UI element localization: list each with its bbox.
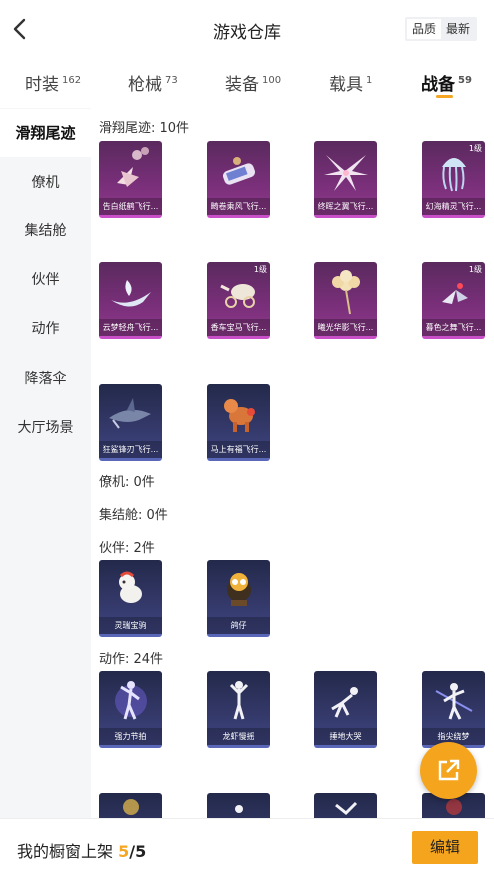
item-name: 龙虾慢摇 — [207, 728, 270, 745]
emote-preview-icon — [335, 801, 358, 816]
item-card[interactable]: 终晖之翼飞行... — [314, 141, 377, 218]
kneeling-pose-icon — [331, 687, 358, 718]
section-label-trail: 滑翔尾迹: 10件 — [99, 121, 190, 136]
item-name: 强力节拍 — [99, 728, 162, 745]
item-card[interactable]: 强力节拍 — [99, 671, 162, 748]
tab-vehicles[interactable]: 载具 1 — [329, 70, 372, 95]
showcase-status: 我的橱窗上架 5/5 — [17, 838, 146, 862]
tab-count: 100 — [262, 75, 282, 86]
item-list[interactable]: 滑翔尾迹: 10件 告白纸鹤飞行... 畸卷乘风飞行... 终晖之翼飞行... … — [91, 108, 494, 818]
tab-label: 载具 — [329, 75, 363, 95]
tab-fashion[interactable]: 时装 162 — [25, 70, 81, 95]
showcase-bar: 我的橱窗上架 5/5 编辑 — [0, 818, 494, 875]
item-card[interactable] — [207, 793, 270, 818]
item-card[interactable]: 1级 香车宝马飞行... — [207, 262, 270, 339]
item-name: 云梦轻舟飞行... — [99, 319, 162, 336]
item-card[interactable]: 云梦轻舟飞行... — [99, 262, 162, 339]
sidebar: 滑翔尾迹 僚机 集结舱 伙伴 动作 降落伞 大厅场景 — [0, 108, 91, 818]
boat-icon — [111, 280, 151, 307]
flower-icon — [332, 270, 360, 315]
item-card[interactable] — [314, 793, 377, 818]
paper-crane-icon — [117, 147, 149, 187]
section-label-wingman: 僚机: 0件 — [99, 475, 155, 490]
sort-quality-button[interactable]: 品质 — [407, 19, 441, 39]
section-label-capsule: 集结舱: 0件 — [99, 508, 168, 523]
emote-preview-icon — [235, 805, 243, 813]
tab-equipment[interactable]: 装备 100 — [225, 70, 281, 95]
item-card[interactable]: 马上有福飞行... — [207, 384, 270, 461]
showcase-total: /5 — [129, 842, 147, 861]
item-card[interactable]: 1级 幻海精灵飞行... — [422, 141, 485, 218]
item-level: 1级 — [468, 265, 482, 274]
tab-label: 装备 — [225, 75, 259, 95]
item-card[interactable]: 1级 暮色之舞飞行... — [422, 262, 485, 339]
tab-label: 时装 — [25, 75, 59, 95]
horse-icon — [224, 399, 255, 432]
item-name: 香车宝马飞行... — [207, 319, 270, 336]
dance-pose-icon — [229, 681, 249, 720]
emote-preview-icon — [123, 799, 139, 815]
item-name: 曦光华影飞行... — [314, 319, 377, 336]
section-label-partner: 伙伴: 2件 — [99, 541, 155, 556]
item-card[interactable]: 捶地大哭 — [314, 671, 377, 748]
item-card[interactable]: 灵瑞宝驹 — [99, 560, 162, 637]
tab-guns[interactable]: 枪械 73 — [128, 70, 178, 95]
pony-icon — [119, 571, 142, 603]
wings-icon — [324, 155, 368, 191]
active-tab-indicator — [436, 95, 453, 98]
sidebar-item-parachute[interactable]: 降落伞 — [0, 355, 91, 403]
showcase-count: 5 — [118, 842, 130, 861]
item-name: 告白纸鹤飞行... — [99, 198, 162, 215]
section-label-emote: 动作: 24件 — [99, 652, 164, 667]
item-name: 马上有福飞行... — [207, 441, 270, 458]
item-name: 捶地大哭 — [314, 728, 377, 745]
showcase-label: 我的橱窗上架 — [17, 842, 114, 861]
item-card[interactable]: 狂鲨锋刃飞行... — [99, 384, 162, 461]
sidebar-item-lobby-scene[interactable]: 大厅场景 — [0, 404, 91, 452]
header: 游戏仓库 品质 最新 — [0, 0, 494, 58]
item-name: 鸽仔 — [207, 617, 270, 634]
tab-label: 枪械 — [128, 75, 162, 95]
category-tabs: 时装 162 枪械 73 装备 100 载具 1 战备 59 — [0, 62, 494, 106]
external-link-icon — [438, 759, 460, 781]
share-button[interactable] — [420, 742, 477, 799]
item-card[interactable]: 告白纸鹤飞行... — [99, 141, 162, 218]
item-name: 狂鲨锋刃飞行... — [99, 441, 162, 458]
tab-count: 59 — [458, 75, 472, 86]
item-card[interactable] — [99, 793, 162, 818]
sidebar-item-partner[interactable]: 伙伴 — [0, 256, 91, 304]
item-name: 终晖之翼飞行... — [314, 198, 377, 215]
tab-label: 战备 — [421, 75, 455, 95]
tab-count: 162 — [62, 75, 82, 86]
sidebar-item-trail[interactable]: 滑翔尾迹 — [0, 109, 91, 157]
sidebar-item-emote[interactable]: 动作 — [0, 305, 91, 353]
scroll-icon — [222, 157, 256, 185]
pigeon-icon — [227, 573, 251, 606]
tab-count: 1 — [366, 75, 373, 86]
dance-pose-icon — [115, 681, 147, 720]
item-name: 畸卷乘风飞行... — [207, 198, 270, 215]
item-name: 幻海精灵飞行... — [422, 198, 485, 215]
tab-battle-prep[interactable]: 战备 59 — [421, 70, 472, 95]
sidebar-item-capsule[interactable]: 集结舱 — [0, 207, 91, 255]
item-card[interactable]: 曦光华影飞行... — [314, 262, 377, 339]
sort-toggle[interactable]: 品质 最新 — [405, 17, 477, 41]
item-card[interactable]: 龙虾慢摇 — [207, 671, 270, 748]
item-name: 灵瑞宝驹 — [99, 617, 162, 634]
tab-count: 73 — [165, 75, 178, 86]
item-level: 1级 — [468, 144, 482, 153]
item-card[interactable]: 鸽仔 — [207, 560, 270, 637]
spin-pose-icon — [435, 683, 473, 720]
edit-button[interactable]: 编辑 — [412, 831, 478, 864]
sidebar-item-wingman[interactable]: 僚机 — [0, 159, 91, 207]
shark-icon — [109, 398, 151, 429]
item-name: 暮色之舞飞行... — [422, 319, 485, 336]
item-card[interactable]: 畸卷乘风飞行... — [207, 141, 270, 218]
item-level: 1级 — [253, 265, 267, 274]
sort-latest-button[interactable]: 最新 — [441, 19, 475, 39]
item-card[interactable]: 指尖绕梦 — [422, 671, 485, 748]
